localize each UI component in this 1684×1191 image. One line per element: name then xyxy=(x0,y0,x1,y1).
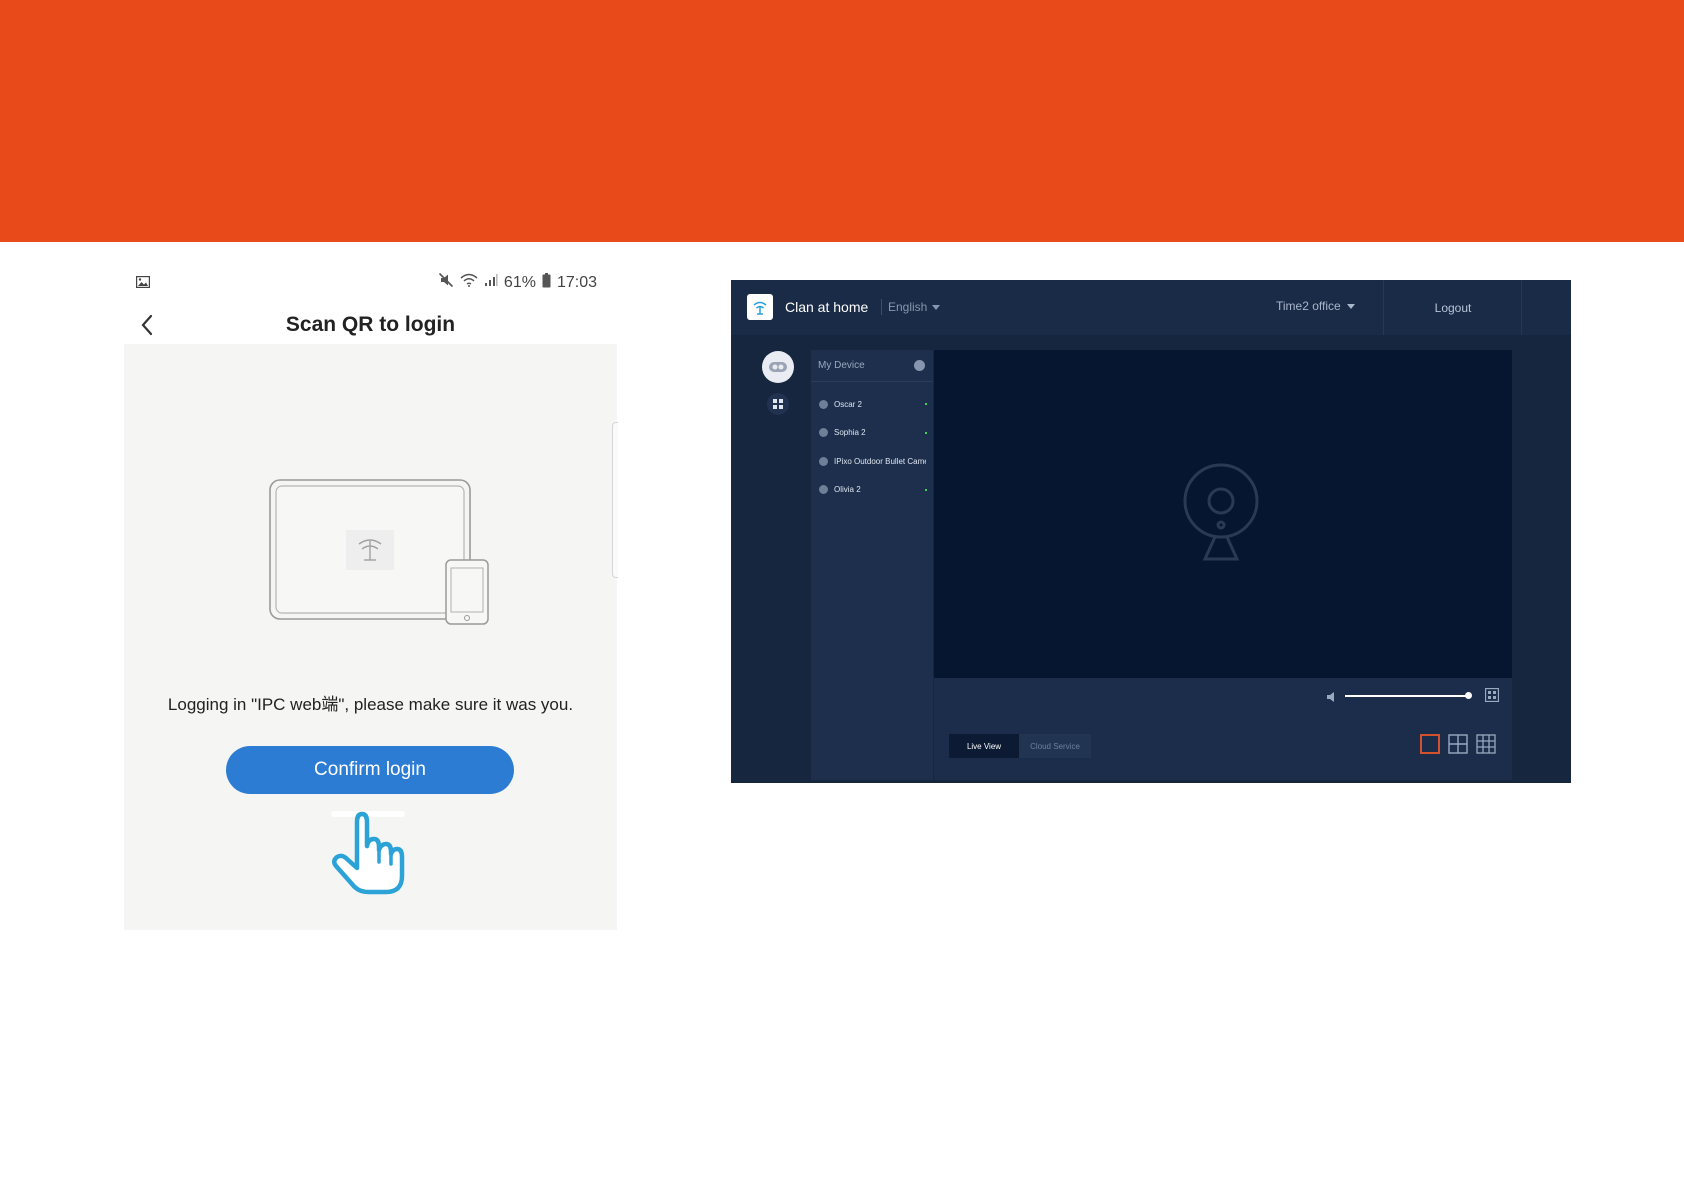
online-status-icon xyxy=(925,403,927,405)
tablet-phone-illustration-icon xyxy=(268,478,490,633)
logout-button[interactable]: Logout xyxy=(1384,280,1522,335)
office-label: Time2 office xyxy=(1276,299,1341,313)
online-status-icon xyxy=(925,488,927,491)
layout-2x2-icon[interactable] xyxy=(1448,734,1468,754)
web-app-window: Clan at home English Time2 office Logout… xyxy=(731,280,1571,783)
device-name: Olivia 2 xyxy=(834,485,861,495)
status-bar: 61% 17:03 xyxy=(124,272,617,296)
orange-banner xyxy=(0,0,1684,242)
device-panel: My Device Oscar 2 Sophia 2 IPixo Outdoor… xyxy=(811,350,933,780)
app-title: Clan at home xyxy=(785,299,869,315)
tab-live-view[interactable]: Live View xyxy=(949,734,1019,758)
camera-dot-icon xyxy=(819,485,828,495)
chevron-down-icon xyxy=(1346,303,1355,309)
device-panel-title: My Device xyxy=(818,360,865,371)
login-confirm-panel: Logging in "IPC web端", please make sure … xyxy=(124,344,617,930)
phone-screen: 61% 17:03 Scan QR to login Logging in "I… xyxy=(124,262,618,930)
fullscreen-icon[interactable] xyxy=(1484,687,1500,707)
phone-header: Scan QR to login xyxy=(124,304,617,348)
top-bar: Clan at home English Time2 office Logout xyxy=(731,280,1571,335)
layout-3x3-icon[interactable] xyxy=(1476,734,1496,754)
mute-icon xyxy=(438,272,454,293)
device-panel-header: My Device xyxy=(811,350,933,382)
image-icon xyxy=(135,275,151,293)
clock: 17:03 xyxy=(556,273,597,291)
player-controls xyxy=(934,678,1512,714)
left-nav-rail xyxy=(731,335,811,783)
layout-switcher xyxy=(1420,734,1496,754)
tab-cloud-service[interactable]: Cloud Service xyxy=(1019,734,1091,758)
camera-dot-icon xyxy=(819,399,828,409)
right-margin-strip xyxy=(1512,335,1571,783)
video-viewer[interactable] xyxy=(934,350,1512,678)
confirm-login-button[interactable]: Confirm login xyxy=(226,746,514,794)
signal-icon xyxy=(484,273,498,292)
language-select[interactable]: English xyxy=(888,300,941,314)
device-grid-icon[interactable] xyxy=(767,393,789,415)
volume-slider-handle[interactable] xyxy=(1465,692,1472,699)
battery-percent: 61% xyxy=(503,273,536,291)
device-name: Sophia 2 xyxy=(834,428,866,438)
language-label: English xyxy=(888,300,928,314)
device-item-ipixo[interactable]: IPixo Outdoor Bullet Came xyxy=(811,447,933,476)
header-divider xyxy=(1521,280,1522,335)
battery-icon xyxy=(542,272,551,293)
side-edge-tab[interactable] xyxy=(612,422,618,578)
camera-dot-icon xyxy=(819,428,828,438)
camera-dot-icon xyxy=(819,456,828,466)
avatar[interactable] xyxy=(762,351,794,383)
device-item-olivia[interactable]: Olivia 2 xyxy=(811,476,933,505)
device-item-oscar[interactable]: Oscar 2 xyxy=(811,390,933,419)
login-message: Logging in "IPC web端", please make sure … xyxy=(167,695,574,714)
pointing-hand-icon xyxy=(324,804,414,901)
wifi-icon xyxy=(460,273,478,292)
title-divider xyxy=(881,299,882,315)
device-name: IPixo Outdoor Bullet Came xyxy=(834,456,926,466)
device-item-sophia[interactable]: Sophia 2 xyxy=(811,419,933,448)
page-title: Scan QR to login xyxy=(285,313,456,336)
volume-slider[interactable] xyxy=(1345,695,1469,697)
layout-1x1-icon[interactable] xyxy=(1420,734,1440,754)
view-bottom-bar: Live View Cloud Service xyxy=(934,714,1512,780)
app-logo-icon xyxy=(747,294,773,320)
speaker-icon[interactable] xyxy=(1326,690,1338,708)
device-name: Oscar 2 xyxy=(834,399,863,409)
device-list: Oscar 2 Sophia 2 IPixo Outdoor Bullet Ca… xyxy=(811,390,933,504)
camera-placeholder-icon xyxy=(1181,463,1261,568)
online-status-icon xyxy=(925,431,927,434)
chevron-down-icon xyxy=(932,304,941,310)
gear-icon[interactable] xyxy=(914,360,925,371)
office-select[interactable]: Time2 office xyxy=(1276,299,1355,313)
